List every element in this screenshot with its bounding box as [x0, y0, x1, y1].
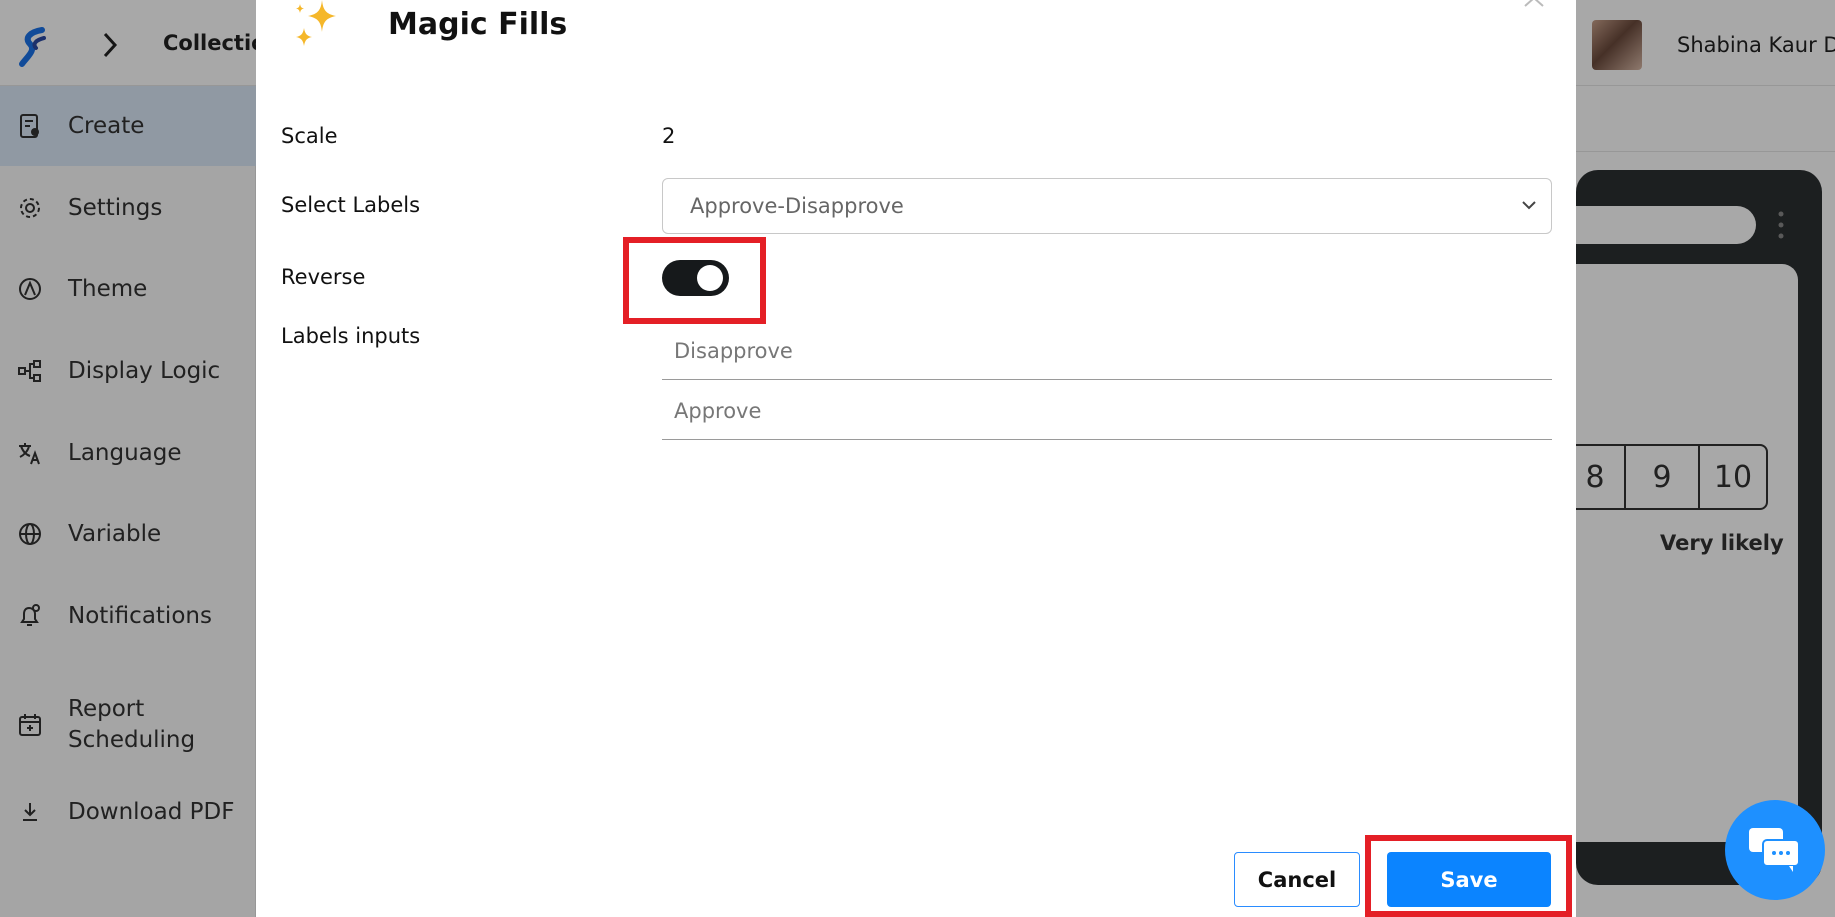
label-input-disapprove[interactable] [662, 322, 1552, 380]
reverse-toggle[interactable] [662, 260, 729, 296]
cancel-button[interactable]: Cancel [1234, 852, 1360, 907]
chevron-down-icon [1522, 201, 1536, 210]
scale-label: Scale [281, 124, 338, 148]
select-labels-value: Approve-Disapprove [690, 194, 904, 218]
labels-inputs-label: Labels inputs [281, 324, 421, 348]
dialog-title: Magic Fills [388, 7, 568, 42]
label-input-approve[interactable] [662, 382, 1552, 440]
select-labels-dropdown[interactable]: Approve-Disapprove [662, 178, 1552, 234]
chat-support-button[interactable] [1725, 800, 1825, 900]
reverse-label: Reverse [281, 265, 366, 289]
scale-value: 2 [662, 124, 676, 148]
magic-fills-dialog [256, 0, 1576, 917]
select-labels-label: Select Labels [281, 193, 421, 217]
save-button[interactable]: Save [1387, 852, 1551, 907]
chat-icon [1749, 828, 1800, 872]
toggle-knob [697, 265, 723, 291]
close-icon[interactable] [1521, 0, 1551, 10]
sparkle-icon [296, 0, 336, 46]
